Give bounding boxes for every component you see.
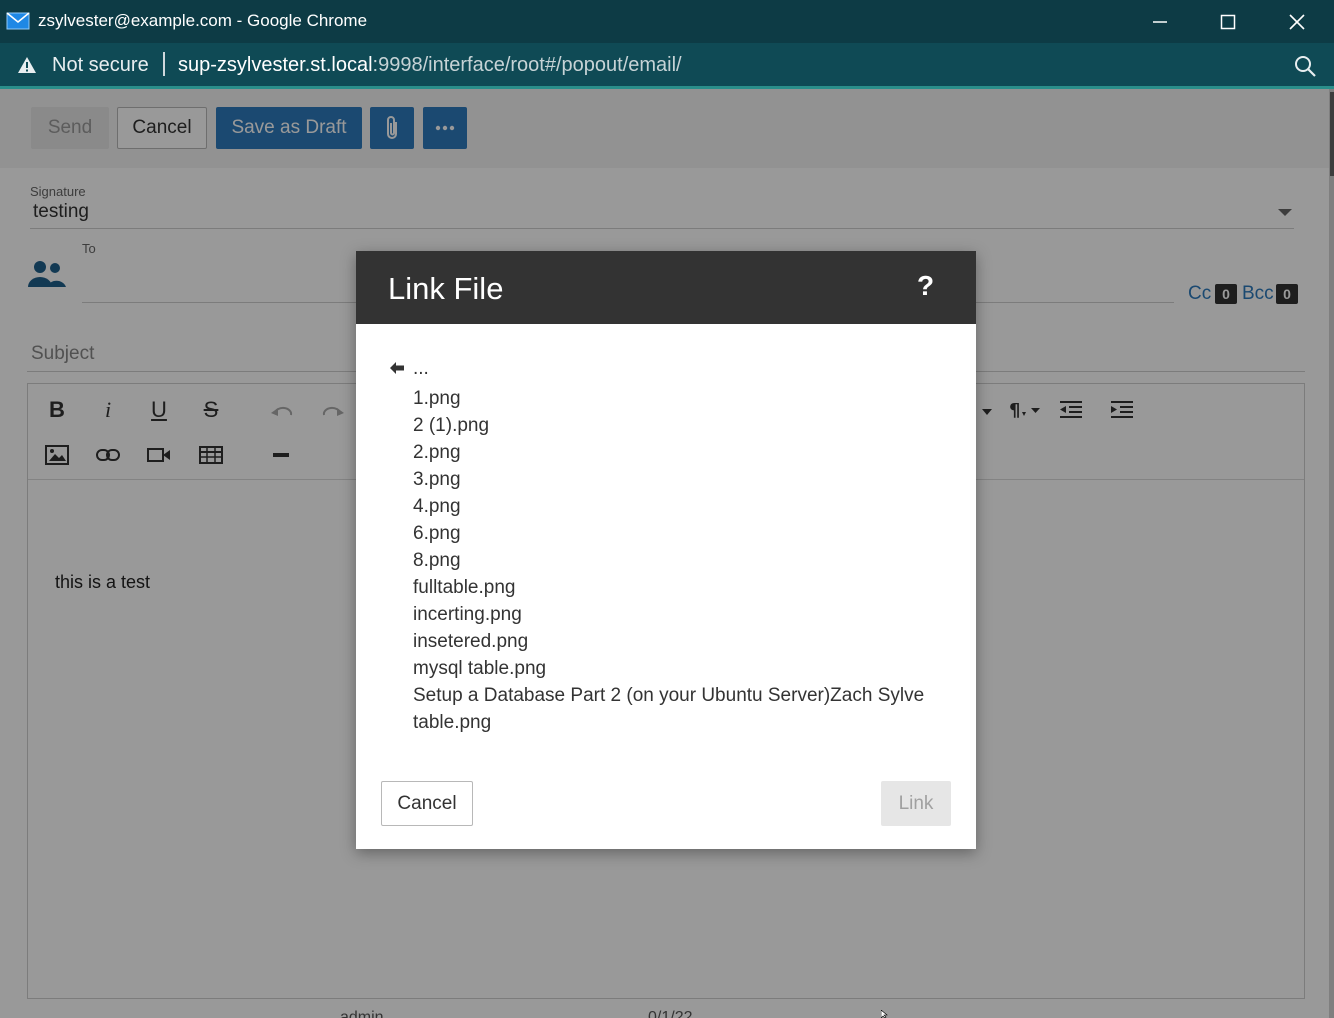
minimize-button[interactable]	[1140, 8, 1180, 36]
file-list-item[interactable]: mysql table.png	[388, 655, 948, 682]
file-list-item[interactable]: insetered.png	[388, 628, 948, 655]
file-list-item[interactable]: 8.png	[388, 547, 948, 574]
mail-icon	[6, 12, 30, 30]
file-list: ... 1.png 2 (1).png 2.png 3.png 4.png 6.png 8.…	[388, 358, 948, 736]
url-field[interactable]: sup-zsylvester.st.local:9998/interface/r…	[178, 54, 682, 77]
url-host: sup-zsylvester.st.local	[178, 54, 373, 76]
dialog-title: Link File	[388, 271, 504, 306]
file-list-item[interactable]: 3.png	[388, 466, 948, 493]
close-icon	[1289, 14, 1305, 30]
file-list-item[interactable]: Setup a Database Part 2 (on your Ubuntu …	[388, 682, 948, 709]
mouse-cursor-icon	[881, 1010, 888, 1018]
parent-folder-item[interactable]: ...	[388, 358, 948, 385]
file-list-item[interactable]: table.png	[388, 709, 948, 736]
dialog-link-button[interactable]: Link	[881, 781, 951, 826]
dialog-header: Link File ?	[356, 251, 976, 324]
link-file-dialog: Link File ? ... 1.png 2 (1).png 2.png 3.png…	[356, 251, 976, 849]
close-window-button[interactable]	[1277, 8, 1317, 36]
arrow-left-icon	[390, 362, 404, 374]
parent-folder-label: ...	[413, 358, 429, 379]
file-list-item[interactable]: 4.png	[388, 493, 948, 520]
zoom-icon[interactable]	[1294, 55, 1316, 77]
file-list-item[interactable]: 2.png	[388, 439, 948, 466]
file-list-item[interactable]: fulltable.png	[388, 574, 948, 601]
warning-icon	[18, 57, 36, 73]
maximize-button[interactable]	[1208, 8, 1248, 36]
help-icon[interactable]: ?	[917, 270, 934, 302]
file-list-item[interactable]: 6.png	[388, 520, 948, 547]
url-path: :9998/interface/root#/popout/email/	[372, 54, 682, 76]
file-list-item[interactable]: 2 (1).png	[388, 412, 948, 439]
browser-title-bar: zsylvester@example.com - Google Chrome	[0, 0, 1334, 43]
address-separator	[163, 52, 165, 76]
maximize-icon	[1220, 14, 1236, 30]
dialog-cancel-button[interactable]: Cancel	[381, 781, 473, 826]
page-scrollbar[interactable]	[1329, 89, 1334, 1018]
security-status[interactable]: Not secure	[52, 54, 149, 77]
file-list-item[interactable]: 1.png	[388, 385, 948, 412]
window-title: zsylvester@example.com - Google Chrome	[38, 11, 368, 30]
minimize-icon	[1153, 21, 1167, 23]
file-list-item[interactable]: incerting.png	[388, 601, 948, 628]
page-scrollbar-thumb[interactable]	[1330, 92, 1334, 176]
address-bar[interactable]: Not secure sup-zsylvester.st.local:9998/…	[0, 43, 1334, 86]
